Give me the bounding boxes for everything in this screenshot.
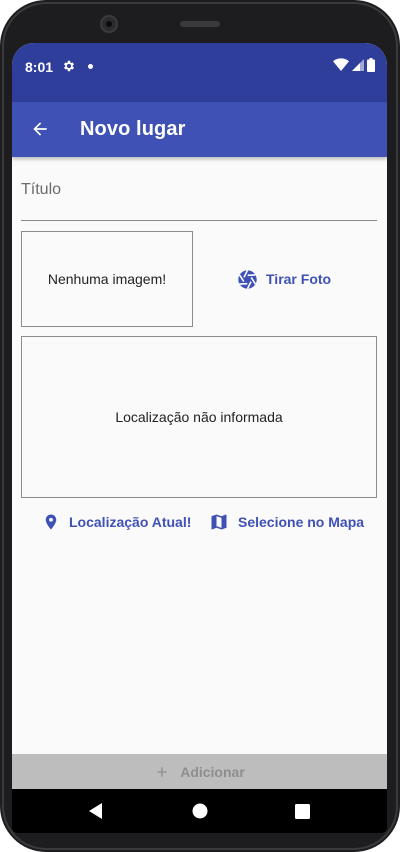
image-empty-text: Nenhuma imagem! — [47, 271, 167, 287]
status-right-icons — [333, 58, 375, 72]
back-button[interactable] — [26, 115, 54, 143]
arrow-back-icon — [33, 122, 47, 136]
front-camera — [100, 15, 118, 33]
title-field — [21, 167, 377, 221]
add-button-label: Adicionar — [180, 763, 245, 780]
nav-back-button[interactable] — [86, 801, 106, 821]
app-bar: Novo lugar — [12, 102, 387, 157]
battery-icon — [367, 58, 375, 72]
status-bar: 8:01 — [12, 43, 387, 102]
signal-icon — [352, 59, 364, 71]
notification-dot-icon — [88, 64, 93, 69]
location-empty-text: Localização não informada — [115, 409, 283, 425]
settings-icon — [63, 60, 75, 72]
title-input[interactable] — [21, 181, 377, 199]
take-photo-label: Tirar Foto — [266, 271, 332, 287]
select-on-map-button[interactable]: Selecione no Mapa — [209, 508, 364, 536]
add-button[interactable]: Adicionar — [12, 754, 387, 789]
current-location-button[interactable]: Localização Atual! — [42, 508, 191, 536]
page-title: Novo lugar — [80, 118, 186, 140]
location-preview: Localização não informada — [21, 336, 377, 498]
image-preview: Nenhuma imagem! — [21, 231, 193, 327]
phone-frame: 8:01 Novo lugar Título Nenhuma imagem! T… — [0, 0, 400, 852]
nav-recents-icon — [294, 803, 310, 819]
app-screen: 8:01 Novo lugar Título Nenhuma imagem! T… — [12, 43, 387, 833]
nav-home-icon — [192, 803, 208, 819]
nav-recents-button[interactable] — [292, 801, 312, 821]
earpiece-speaker — [180, 21, 220, 27]
wifi-icon — [333, 58, 349, 71]
camera-shutter-icon — [238, 269, 257, 289]
select-on-map-label: Selecione no Mapa — [238, 514, 365, 530]
system-nav-bar — [12, 789, 387, 833]
location-pin-icon — [45, 514, 57, 530]
status-time: 8:01 — [25, 59, 54, 75]
nav-back-icon — [89, 803, 102, 819]
current-location-label: Localização Atual! — [69, 514, 192, 530]
nav-home-button[interactable] — [190, 801, 210, 821]
plus-icon — [157, 766, 167, 777]
map-icon — [211, 514, 227, 530]
take-photo-button[interactable]: Tirar Foto — [237, 265, 331, 293]
